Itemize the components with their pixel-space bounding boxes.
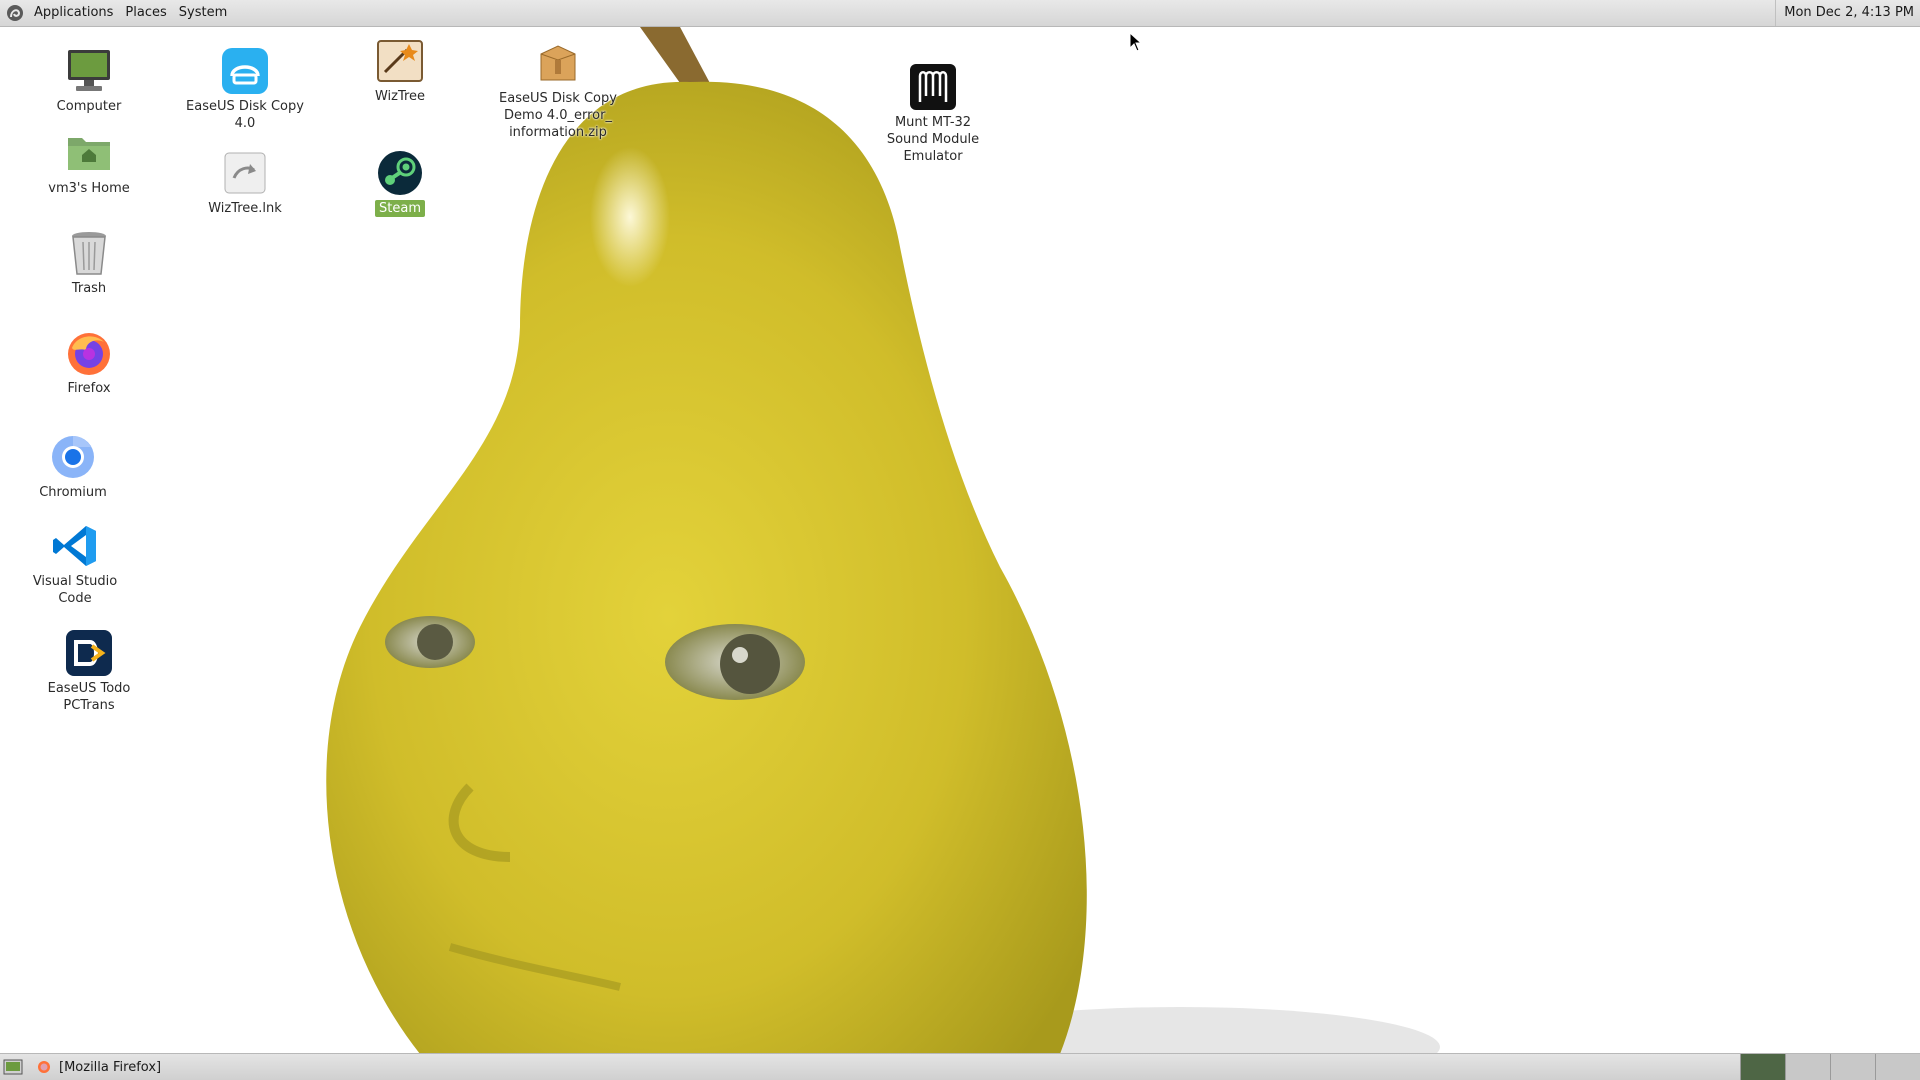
workspace-2[interactable] [1785,1054,1830,1080]
desktop-icon-vscode[interactable]: Visual Studio Code [10,521,140,607]
desktop-icon-chromium[interactable]: Chromium [8,432,138,501]
desktop-icon-label: Firefox [67,381,111,396]
desktop-icon-label: Chromium [39,485,107,500]
menu-system[interactable]: System [173,0,233,26]
bottom-panel: [Mozilla Firefox] [0,1053,1920,1080]
home-folder-icon [68,138,110,170]
wiztree-icon [377,40,423,82]
desktop-icon-label: Computer [56,99,122,114]
desktop-icon-label: Visual Studio Code [32,574,118,606]
show-desktop-icon[interactable] [3,1058,23,1076]
desktop-icon-trash[interactable]: Trash [24,228,154,297]
workspace-switcher [1740,1054,1920,1080]
desktop-icon-label: Trash [71,281,107,296]
shortcut-icon [224,152,266,194]
firefox-icon [38,1061,50,1073]
steam-icon [378,151,422,195]
trash-icon [72,232,106,275]
zip-archive-icon [540,45,576,81]
desktop-icon-label: WizTree.lnk [208,201,282,216]
menu-applications[interactable]: Applications [28,0,119,26]
taskbar-item-firefox[interactable]: [Mozilla Firefox] [37,1056,161,1078]
desktop-icon-zip[interactable]: EaseUS Disk Copy Demo 4.0_error_ informa… [493,38,623,141]
taskbar-item-label: [Mozilla Firefox] [59,1059,162,1075]
munt-icon [910,64,956,110]
computer-icon [68,50,110,91]
desktop-icon-firefox[interactable]: Firefox [24,328,154,397]
desktop-icon-munt[interactable]: Munt MT-32 Sound Module Emulator [868,62,998,165]
mate-logo-icon[interactable] [6,4,24,22]
firefox-icon [68,333,110,375]
desktop-icon-label: EaseUS Todo PCTrans [47,681,131,713]
easeus-pctrans-icon [66,630,112,676]
desktop-icon-pctrans[interactable]: EaseUS Todo PCTrans [24,628,154,714]
desktop-icon-disk-copy[interactable]: EaseUS Disk Copy 4.0 [180,46,310,132]
desktop-icon-label: Munt MT-32 Sound Module Emulator [886,115,980,164]
menu-places[interactable]: Places [119,0,172,26]
clock[interactable]: Mon Dec 2, 4:13 PM [1775,0,1914,26]
workspace-1[interactable] [1740,1054,1785,1080]
workspace-3[interactable] [1830,1054,1875,1080]
vscode-icon [53,526,96,566]
desktop-icon-steam[interactable]: Steam [335,148,465,217]
desktop-icon-wiztree[interactable]: WizTree [335,36,465,105]
desktop-icon-home[interactable]: vm3's Home [24,128,154,197]
desktop-icon-label: WizTree [374,89,426,104]
workspace-4[interactable] [1875,1054,1920,1080]
desktop-icon-label: EaseUS Disk Copy 4.0 [186,99,304,131]
desktop-icon-label: Steam [375,200,425,217]
desktop-icon-wiztree-lnk[interactable]: WizTree.lnk [180,148,310,217]
desktop-icon-label: vm3's Home [48,181,130,196]
chromium-icon [52,436,94,478]
desktop-icon-label: EaseUS Disk Copy Demo 4.0_error_ informa… [499,91,617,140]
mouse-cursor-icon [1129,32,1143,52]
desktop-icon-computer[interactable]: Computer [24,46,154,115]
easeus-disk-copy-icon [222,48,268,94]
top-panel: Applications Places System Mon Dec 2, 4:… [0,0,1920,27]
